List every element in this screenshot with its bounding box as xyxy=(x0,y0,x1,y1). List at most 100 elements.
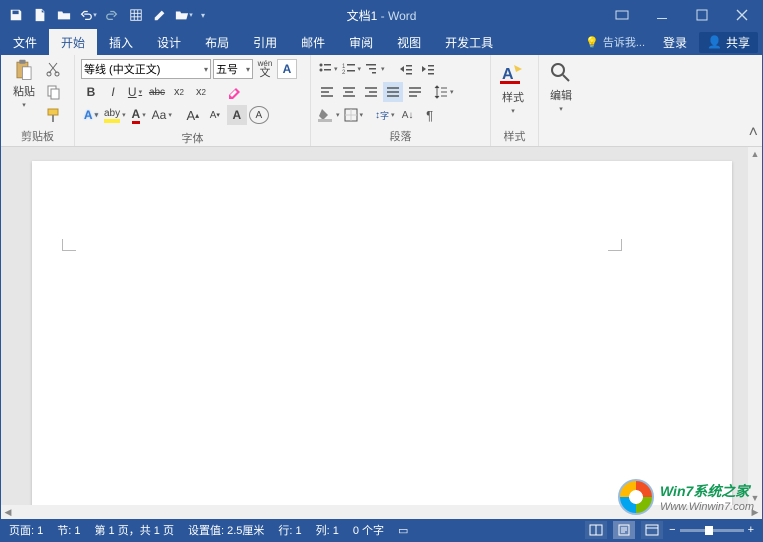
font-color-icon[interactable]: A xyxy=(129,105,149,125)
char-shading-icon[interactable]: A xyxy=(227,105,247,125)
qat-customize-icon[interactable]: ▾ xyxy=(197,4,209,26)
clear-formatting-icon[interactable] xyxy=(225,82,245,102)
open-icon[interactable] xyxy=(53,4,75,26)
line-spacing-icon[interactable] xyxy=(433,82,455,102)
zoom-track[interactable] xyxy=(680,529,744,532)
strikethrough-button[interactable]: abc xyxy=(147,82,167,102)
tab-design[interactable]: 设计 xyxy=(145,29,193,55)
new-doc-icon[interactable] xyxy=(29,4,51,26)
shading-icon[interactable] xyxy=(317,105,341,125)
decrease-indent-icon[interactable] xyxy=(396,59,416,79)
zoom-slider[interactable]: − + xyxy=(669,524,754,536)
editing-group-label xyxy=(545,142,581,146)
show-marks-icon[interactable]: ¶ xyxy=(420,105,440,125)
status-section[interactable]: 节: 1 xyxy=(57,522,80,538)
superscript-button[interactable]: x2 xyxy=(191,82,211,102)
undo-icon[interactable]: ▾ xyxy=(77,4,99,26)
sort-icon[interactable]: A↓ xyxy=(398,105,418,125)
increase-indent-icon[interactable] xyxy=(418,59,438,79)
status-col[interactable]: 列: 1 xyxy=(316,522,339,538)
editing-button[interactable]: 编辑 ▾ xyxy=(545,59,577,113)
scroll-left-icon[interactable]: ◀ xyxy=(1,505,15,519)
text-direction-icon[interactable]: ↕字 xyxy=(374,105,396,125)
phonetic-guide-icon[interactable]: wén文 xyxy=(255,59,275,79)
maximize-icon[interactable] xyxy=(682,1,722,29)
highlight-icon[interactable]: aby xyxy=(103,105,127,125)
scroll-right-icon[interactable]: ▶ xyxy=(748,505,762,519)
tab-review[interactable]: 审阅 xyxy=(337,29,385,55)
status-line[interactable]: 行: 1 xyxy=(278,522,301,538)
view-read-icon[interactable] xyxy=(585,521,607,539)
ribbon-display-icon[interactable] xyxy=(602,1,642,29)
tab-developer[interactable]: 开发工具 xyxy=(433,29,505,55)
styles-button[interactable]: A 样式 ▾ xyxy=(497,59,529,115)
align-distribute-icon[interactable] xyxy=(405,82,425,102)
align-center-icon[interactable] xyxy=(339,82,359,102)
vscroll-track[interactable] xyxy=(748,161,762,491)
view-web-icon[interactable] xyxy=(641,521,663,539)
tab-file[interactable]: 文件 xyxy=(1,29,49,55)
align-right-icon[interactable] xyxy=(361,82,381,102)
save-icon[interactable] xyxy=(5,4,27,26)
align-left-icon[interactable] xyxy=(317,82,337,102)
status-words[interactable]: 0 个字 xyxy=(353,522,384,538)
tab-mailings[interactable]: 邮件 xyxy=(289,29,337,55)
share-button[interactable]: 👤 共享 xyxy=(699,32,758,53)
bold-button[interactable]: B xyxy=(81,82,101,102)
cut-icon[interactable] xyxy=(43,59,63,79)
grow-font-button[interactable]: A▴ xyxy=(183,105,203,125)
numbering-icon[interactable]: 12 xyxy=(341,59,363,79)
tell-me-search[interactable]: 💡 告诉我... xyxy=(579,34,651,50)
styles-label: 样式 xyxy=(502,89,524,105)
multilevel-list-icon[interactable] xyxy=(364,59,386,79)
redo-icon[interactable] xyxy=(101,4,123,26)
table-icon[interactable] xyxy=(125,4,147,26)
page[interactable] xyxy=(32,161,732,505)
zoom-thumb[interactable] xyxy=(705,526,713,535)
view-print-icon[interactable] xyxy=(613,521,635,539)
close-icon[interactable] xyxy=(722,1,762,29)
bullets-icon[interactable] xyxy=(317,59,339,79)
collapse-ribbon-icon[interactable]: ˄ xyxy=(749,124,758,142)
scroll-down-icon[interactable]: ▼ xyxy=(748,491,762,505)
underline-button[interactable]: U xyxy=(125,82,145,102)
font-name-combo[interactable]: 等线 (中文正文)▾ xyxy=(81,59,211,79)
char-border-icon[interactable]: A xyxy=(277,59,297,79)
font-size-combo[interactable]: 五号▾ xyxy=(213,59,253,79)
vertical-scrollbar[interactable]: ▲ ▼ xyxy=(748,147,762,505)
borders-icon[interactable] xyxy=(343,105,365,125)
paste-label: 粘贴 xyxy=(13,83,35,99)
zoom-out-icon[interactable]: − xyxy=(669,524,675,536)
page-value: 1 xyxy=(37,525,43,537)
tab-view[interactable]: 视图 xyxy=(385,29,433,55)
status-setvalue[interactable]: 设置值: 2.5厘米 xyxy=(188,522,264,538)
margin-marker-tl xyxy=(62,239,76,251)
paragraph-label: 段落 xyxy=(317,126,484,146)
status-lang-icon[interactable]: ▭ xyxy=(398,524,408,537)
edit-icon[interactable] xyxy=(149,4,171,26)
tab-layout[interactable]: 布局 xyxy=(193,29,241,55)
tab-insert[interactable]: 插入 xyxy=(97,29,145,55)
enclose-char-icon[interactable]: A xyxy=(249,106,269,124)
zoom-in-icon[interactable]: + xyxy=(748,524,754,536)
shrink-font-button[interactable]: A▾ xyxy=(205,105,225,125)
horizontal-scrollbar[interactable]: ◀ ▶ xyxy=(1,505,762,519)
format-painter-icon[interactable] xyxy=(43,105,63,125)
hscroll-track[interactable] xyxy=(15,505,748,519)
status-page[interactable]: 页面: 1 xyxy=(9,522,43,538)
tab-home[interactable]: 开始 xyxy=(49,29,97,55)
italic-button[interactable]: I xyxy=(103,82,123,102)
status-pages[interactable]: 第 1 页，共 1 页 xyxy=(95,522,174,538)
folder-open-icon[interactable]: ▾ xyxy=(173,4,195,26)
text-effects-icon[interactable]: A xyxy=(81,105,101,125)
tab-references[interactable]: 引用 xyxy=(241,29,289,55)
scroll-up-icon[interactable]: ▲ xyxy=(748,147,762,161)
login-button[interactable]: 登录 xyxy=(655,34,695,51)
margin-marker-tr xyxy=(608,239,622,251)
minimize-icon[interactable] xyxy=(642,1,682,29)
change-case-button[interactable]: Aa xyxy=(151,105,173,125)
align-justify-icon[interactable] xyxy=(383,82,403,102)
copy-icon[interactable] xyxy=(43,82,63,102)
paste-button[interactable]: 粘贴 ▾ xyxy=(7,59,41,109)
subscript-button[interactable]: x2 xyxy=(169,82,189,102)
